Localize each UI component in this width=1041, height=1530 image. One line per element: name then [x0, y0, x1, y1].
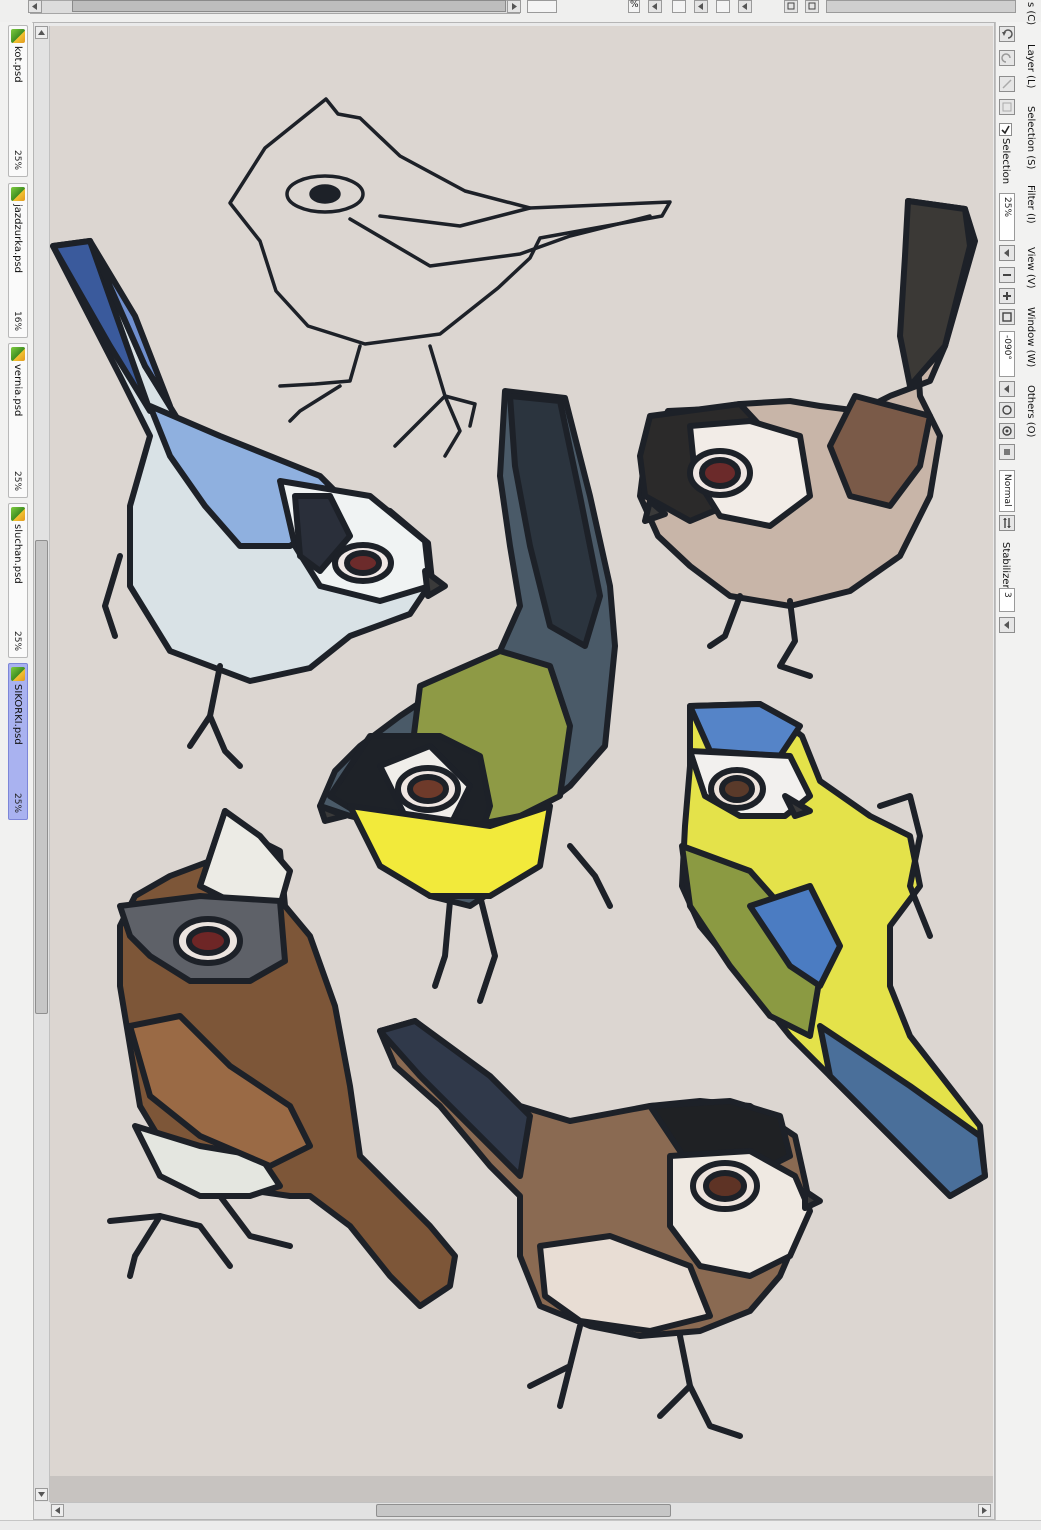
bird-sketch — [228, 97, 672, 458]
percent-label: % — [630, 0, 639, 10]
step-back-icon-2[interactable] — [738, 0, 752, 13]
menu-view[interactable]: View (V) — [1025, 247, 1036, 289]
blend-mode-field[interactable]: Normal — [999, 470, 1015, 512]
file-tab-sikorki[interactable]: SIKORKI.psd 25% — [8, 663, 28, 820]
file-name: jazdzurka.psd — [12, 204, 23, 274]
file-icon — [11, 187, 25, 201]
file-icon — [11, 29, 25, 43]
scroll-down-icon[interactable] — [35, 1488, 48, 1501]
decrease-icon[interactable] — [648, 0, 662, 13]
redo-icon[interactable] — [999, 50, 1015, 66]
window-toggle-icon[interactable] — [784, 0, 798, 13]
file-zoom: 25% — [12, 630, 22, 651]
menu-window[interactable]: Window (W) — [1025, 307, 1036, 367]
menu-others[interactable]: Others (O) — [1025, 385, 1036, 437]
navigator-scroll-thumb[interactable] — [72, 0, 506, 12]
canvas-pasteboard — [50, 1476, 993, 1502]
horizontal-scroll-thumb[interactable] — [376, 1504, 671, 1517]
bird-illustrations — [50, 97, 988, 1439]
rotate-right-icon[interactable] — [999, 423, 1015, 439]
undo-icon[interactable] — [999, 26, 1015, 42]
file-name: kot.psd — [12, 46, 23, 83]
invert-selection-icon[interactable] — [999, 99, 1015, 115]
bird-white-blue-tit — [50, 238, 448, 769]
zoom-dropdown-icon[interactable] — [999, 245, 1015, 261]
fit-window-icon[interactable] — [999, 309, 1015, 325]
file-zoom: 25% — [12, 792, 22, 813]
zoom-out-icon[interactable] — [999, 267, 1015, 283]
scroll-left-icon[interactable] — [28, 0, 42, 13]
file-name: SIKORKI.psd — [12, 684, 23, 745]
percent-field[interactable]: % — [628, 0, 640, 13]
zoom-value: 25% — [1002, 197, 1012, 218]
zoom-in-icon[interactable] — [999, 288, 1015, 304]
rotation-field[interactable]: -090° — [999, 331, 1015, 377]
stabilizer-field[interactable]: 3 — [999, 588, 1015, 612]
vertical-scroll-thumb[interactable] — [35, 540, 48, 1014]
rotate-left-icon[interactable] — [999, 402, 1015, 418]
file-zoom: 16% — [12, 310, 22, 331]
scroll-up-icon[interactable] — [35, 26, 48, 39]
bird-coal-tit — [637, 198, 978, 679]
value-field[interactable] — [672, 0, 686, 13]
scroll-left-icon[interactable] — [51, 1504, 64, 1517]
bird-marsh-tit — [377, 1018, 823, 1439]
value-field-2[interactable] — [716, 0, 730, 13]
selection-checkbox-label: Selection — [1000, 138, 1011, 185]
file-zoom: 25% — [12, 470, 22, 491]
rotation-dropdown-icon[interactable] — [999, 381, 1015, 397]
scroll-right-icon[interactable] — [507, 0, 521, 13]
file-icon — [11, 667, 25, 681]
color-swatch[interactable] — [527, 0, 557, 13]
flip-horizontal-icon[interactable] — [999, 515, 1015, 531]
menu-layer[interactable]: Layer (L) — [1025, 44, 1036, 88]
file-name: vernia.psd — [12, 364, 23, 417]
rotation-value: -090° — [1002, 335, 1012, 360]
zoom-field[interactable]: 25% — [999, 193, 1015, 241]
menu-partial-label[interactable]: s (C) — [1025, 2, 1036, 25]
deselect-icon[interactable] — [999, 76, 1015, 92]
file-icon — [11, 507, 25, 521]
menu-filter[interactable]: Filter (I) — [1025, 185, 1036, 224]
file-tab-sluchan[interactable]: sluchan.psd 25% — [8, 503, 28, 658]
scroll-right-icon[interactable] — [978, 1504, 991, 1517]
file-tab-kot[interactable]: kot.psd 25% — [8, 25, 28, 177]
top-right-panel — [826, 0, 1016, 13]
stabilizer-label: Stabilizer — [1000, 542, 1011, 589]
reset-rotation-icon[interactable] — [999, 444, 1015, 460]
file-tab-vernia[interactable]: vernia.psd 25% — [8, 343, 28, 498]
file-icon — [11, 347, 25, 361]
step-back-icon[interactable] — [694, 0, 708, 13]
menu-selection[interactable]: Selection (S) — [1025, 106, 1036, 169]
file-name: sluchan.psd — [12, 524, 23, 584]
selection-checkbox[interactable] — [999, 123, 1012, 136]
file-tab-jazdzurka[interactable]: jazdzurka.psd 16% — [8, 183, 28, 338]
blend-mode-value: Normal — [1002, 474, 1012, 507]
file-zoom: 25% — [12, 149, 22, 170]
stabilizer-value: 3 — [1002, 592, 1012, 598]
bird-great-tit — [317, 388, 618, 1004]
stabilizer-dropdown-icon[interactable] — [999, 617, 1015, 633]
window-toggle-icon-2[interactable] — [805, 0, 819, 13]
